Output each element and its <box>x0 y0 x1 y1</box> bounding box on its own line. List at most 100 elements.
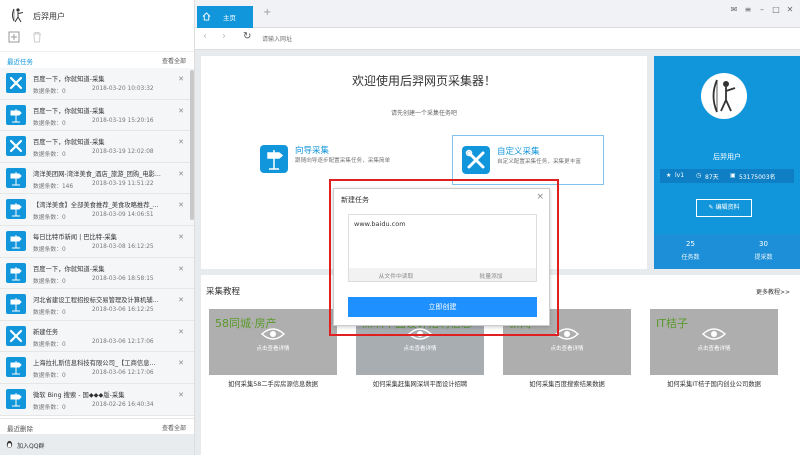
task-count: 数据条数：0 <box>33 310 66 317</box>
task-count: 数据条数：0 <box>33 246 66 253</box>
url-input[interactable] <box>262 33 642 45</box>
task-name: 湾洋美团网-湾洋美食_酒店_旅游_团购_电影... <box>33 170 161 178</box>
new-task-icon[interactable] <box>8 31 20 43</box>
remove-task-icon[interactable]: ✕ <box>178 296 184 304</box>
qq-penguin-icon <box>6 440 13 449</box>
maximize-icon[interactable]: □ <box>770 4 782 16</box>
signpost-icon <box>6 262 26 283</box>
remove-task-icon[interactable]: ✕ <box>178 233 184 241</box>
home-icon <box>202 12 211 21</box>
task-count: 数据条数：0 <box>33 341 66 348</box>
task-item[interactable]: 【湾洋美食】全部美食推荐_美食攻略推荐_... 数据条数：0 2018-03-09 … <box>0 194 194 226</box>
welcome-subtitle: 请先创建一个采集任务吧 <box>390 110 457 117</box>
task-name: 新建任务 <box>33 328 59 336</box>
more-tutorials-link[interactable]: 更多教程>> <box>756 287 790 296</box>
signpost-icon <box>6 104 26 125</box>
trash-icon[interactable] <box>31 31 43 43</box>
url-textarea[interactable]: www.baidu.com <box>348 214 537 272</box>
task-time: 2018-03-19 11:51:22 <box>92 180 154 187</box>
signpost-icon <box>6 199 26 220</box>
guide-mode-card[interactable]: 向导采集 跟随向导逐步配置采集任务，采集简单 <box>251 135 401 185</box>
tutorial-card[interactable]: IT桔子 点击查看详情 如何采集IT桔子国内创业公司数据 <box>650 309 778 391</box>
join-qq-group[interactable]: 加入QQ群 <box>0 434 194 455</box>
view-details-label: 点击查看详情 <box>697 346 731 352</box>
task-item[interactable]: 每日比特币新闻 | 巴比特-采集 数据条数：0 2018-03-08 16:12:2… <box>0 225 194 258</box>
custom-mode-desc: 自定义配置采集任务，采集更丰富 <box>497 159 581 165</box>
task-item[interactable]: 上海拉扎斯信息科技有限公司_【工商信息... 数据条数：0 2018-03-06 1… <box>0 352 194 384</box>
edit-profile-label: 编辑资料 <box>715 204 740 211</box>
signpost-icon <box>6 388 26 409</box>
recent-deleted-label: 最近删除 <box>7 425 33 433</box>
archer-logo-icon <box>12 8 24 23</box>
task-time: 2018-03-19 15:20:16 <box>92 117 154 124</box>
signpost-icon <box>6 230 26 251</box>
remove-task-icon[interactable]: ✕ <box>178 107 184 115</box>
close-icon[interactable]: ✕ <box>784 4 796 16</box>
remove-task-icon[interactable]: ✕ <box>178 328 184 336</box>
task-item[interactable]: 湾洋美团网-湾洋美食_酒店_旅游_团购_电影... 数据条数：146 2018-03… <box>0 162 194 195</box>
guide-mode-title: 向导采集 <box>295 146 330 156</box>
remove-task-icon[interactable]: ✕ <box>178 201 184 209</box>
crawl-count-label: 提采数 <box>754 254 773 261</box>
tab-home[interactable]: 主页 <box>197 6 253 28</box>
forward-icon[interactable]: › <box>222 31 226 42</box>
task-item[interactable]: 新建任务 数据条数：0 2018-03-06 12:17:06 ✕ <box>0 320 194 353</box>
menu-icon[interactable]: ≡ <box>742 4 754 16</box>
tutorial-caption: 如何采集58二手房房源信息数据 <box>228 381 318 388</box>
task-name: 百度一下，你就知道-采集 <box>33 139 105 147</box>
import-file-button[interactable]: 从文件中读取 <box>349 271 443 280</box>
eye-icon <box>408 328 432 340</box>
settings-icon[interactable]: ✉ <box>728 4 740 16</box>
deleted-view-all-link[interactable]: 查看全部 <box>162 423 186 432</box>
tutorial-title: 采集教程 <box>206 287 241 297</box>
back-icon[interactable]: ‹ <box>203 31 207 42</box>
new-task-dialog: 新建任务 × www.baidu.com 从文件中读取 批量添加 立即创建 <box>333 188 550 326</box>
create-now-button[interactable]: 立即创建 <box>348 297 537 317</box>
remove-task-icon[interactable]: ✕ <box>178 75 184 83</box>
task-item[interactable]: 微软 Bing 搜索 - 国◆◆◆版-采集 数据条数：0 2018-02-26 16… <box>0 383 194 416</box>
task-item[interactable]: 百度一下，你就知道-采集 数据条数：0 2018-03-06 18:58:15 ✕ <box>0 257 194 290</box>
task-item[interactable]: 河北省建设工程招投标交易管理及计算机辅... 数据条数：0 2018-03-06 1… <box>0 289 194 321</box>
remove-task-icon[interactable]: ✕ <box>178 359 184 367</box>
tools-icon <box>6 136 26 157</box>
add-tab-button[interactable]: + <box>263 7 271 18</box>
remove-task-icon[interactable]: ✕ <box>178 138 184 146</box>
task-name: 上海拉扎斯信息科技有限公司_【工商信息... <box>33 360 156 368</box>
avatar[interactable] <box>701 73 747 119</box>
task-item[interactable]: 百度一下，你就知道-采集 数据条数：0 2018-03-19 15:20:16 ✕ <box>0 99 194 132</box>
welcome-title: 欢迎使用后羿网页采集器！ <box>351 74 496 88</box>
tools-icon <box>462 146 490 174</box>
remove-task-icon[interactable]: ✕ <box>178 391 184 399</box>
dialog-title: 新建任务 <box>341 196 369 204</box>
task-time: 2018-03-20 10:03:32 <box>92 86 154 92</box>
recent-tasks-header: 最近任务 查看全部 <box>0 52 194 68</box>
dialog-options: 从文件中读取 批量添加 <box>348 268 537 282</box>
remove-task-icon[interactable]: ✕ <box>178 170 184 178</box>
task-item[interactable]: 百度一下，你就知道-采集 数据条数：0 2018-03-19 12:02:08 ✕ <box>0 131 194 163</box>
tutorial-card[interactable]: 58同城·房产 点击查看详情 如何采集58二手房房源信息数据 <box>209 309 337 391</box>
task-count: 数据条数：0 <box>33 404 66 411</box>
tools-icon <box>6 325 26 346</box>
task-count: 数据条数：0 <box>33 152 66 159</box>
refresh-icon[interactable]: ↻ <box>243 31 251 42</box>
custom-mode-card[interactable]: 自定义采集 自定义配置采集任务，采集更丰富 <box>452 135 604 185</box>
eye-icon <box>261 328 285 340</box>
recent-tasks-label: 最近任务 <box>7 58 33 66</box>
task-time: 2018-03-06 16:12:25 <box>92 307 154 314</box>
task-name: 每日比特币新闻 | 巴比特-采集 <box>33 233 117 241</box>
task-time: 2018-03-09 14:06:51 <box>92 212 154 219</box>
task-count-label: 任务数 <box>681 254 700 261</box>
edit-profile-button[interactable]: ✎ 编辑资料 <box>696 199 752 217</box>
task-item[interactable]: 百度一下，你就知道-采集 数据条数：0 2018-03-20 10:03:32 ✕ <box>0 68 194 100</box>
minimize-icon[interactable]: – <box>756 4 768 16</box>
archer-avatar-icon <box>712 79 736 113</box>
task-list-scrollbar[interactable] <box>190 70 194 220</box>
batch-add-button[interactable]: 批量添加 <box>444 271 538 280</box>
thumbnail-text: IT桔子 <box>656 317 688 330</box>
dialog-close-icon[interactable]: × <box>536 192 544 202</box>
task-count: 数据条数：0 <box>33 373 66 380</box>
view-all-link[interactable]: 查看全部 <box>162 56 186 65</box>
remove-task-icon[interactable]: ✕ <box>178 265 184 273</box>
task-count: 数据条数：146 <box>33 183 74 190</box>
task-name: 【湾洋美食】全部美食推荐_美食攻略推荐_... <box>33 202 159 210</box>
